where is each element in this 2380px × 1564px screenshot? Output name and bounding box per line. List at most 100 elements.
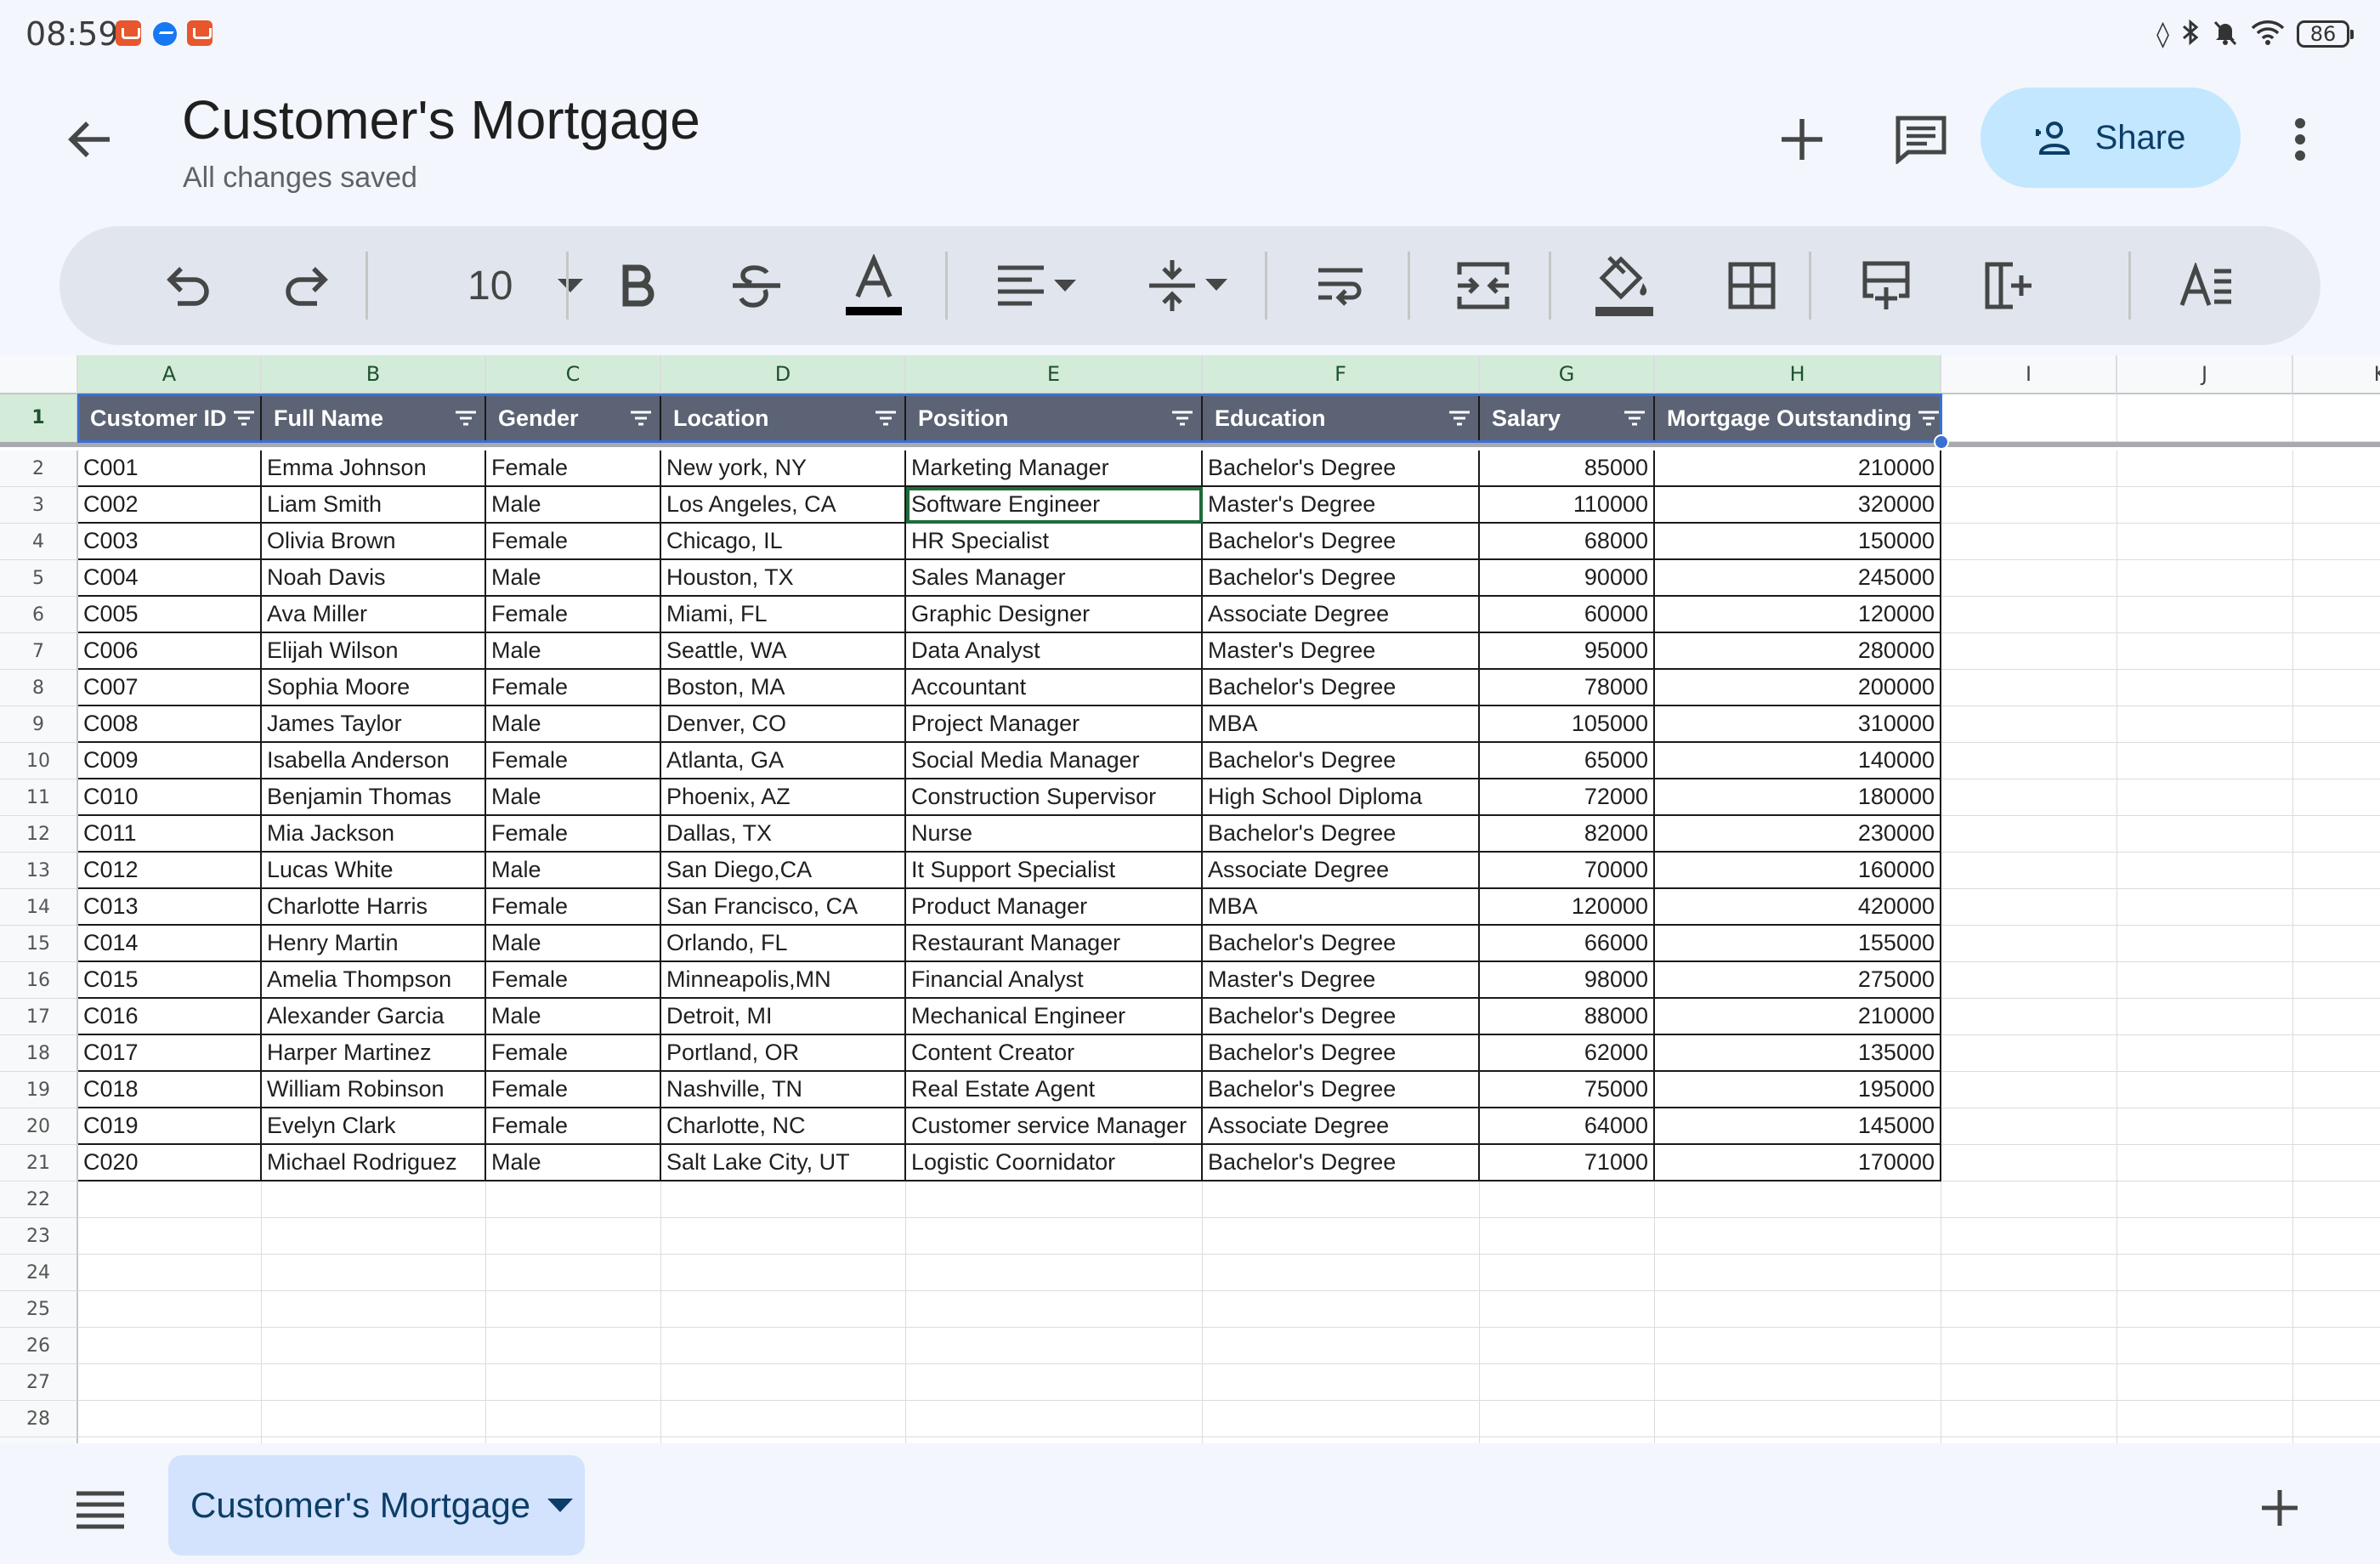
empty-cell[interactable] <box>1480 1328 1655 1364</box>
data-cell[interactable]: Marketing Manager <box>906 450 1203 487</box>
data-cell[interactable]: Salt Lake City, UT <box>661 1145 906 1182</box>
data-cell[interactable]: Associate Degree <box>1203 1108 1480 1145</box>
empty-cell[interactable] <box>2293 926 2380 962</box>
data-cell[interactable]: 75000 <box>1480 1072 1655 1108</box>
strikethrough-button[interactable] <box>714 243 799 328</box>
data-cell[interactable]: C019 <box>78 1108 262 1145</box>
row-header-19[interactable]: 19 <box>0 1072 78 1108</box>
data-cell[interactable]: Sales Manager <box>906 560 1203 597</box>
empty-cell[interactable] <box>1941 779 2117 816</box>
data-cell[interactable]: Male <box>486 1145 661 1182</box>
empty-cell[interactable] <box>2117 1291 2293 1328</box>
column-header-c[interactable]: C <box>486 355 661 394</box>
data-cell[interactable]: James Taylor <box>262 706 486 743</box>
empty-cell[interactable] <box>486 1437 661 1443</box>
data-cell[interactable]: 180000 <box>1655 779 1941 816</box>
empty-cell[interactable] <box>2293 1145 2380 1182</box>
add-sheet-button[interactable] <box>2244 1472 2315 1544</box>
data-cell[interactable]: 280000 <box>1655 633 1941 670</box>
text-wrap-button[interactable] <box>1294 243 1387 328</box>
data-cell[interactable]: Male <box>486 560 661 597</box>
data-cell[interactable]: Lucas White <box>262 853 486 889</box>
data-cell[interactable]: 155000 <box>1655 926 1941 962</box>
empty-cell[interactable] <box>486 1255 661 1291</box>
empty-cell[interactable] <box>486 1364 661 1401</box>
data-cell[interactable]: 71000 <box>1480 1145 1655 1182</box>
empty-cell[interactable] <box>78 1218 262 1255</box>
data-cell[interactable]: 65000 <box>1480 743 1655 779</box>
column-header-h[interactable]: H <box>1655 355 1941 394</box>
empty-cell[interactable] <box>1203 1437 1480 1443</box>
empty-cell[interactable] <box>2293 633 2380 670</box>
empty-cell[interactable] <box>2293 743 2380 779</box>
empty-cell[interactable] <box>2293 1328 2380 1364</box>
data-cell[interactable]: C004 <box>78 560 262 597</box>
empty-cell[interactable] <box>2293 487 2380 524</box>
empty-cell[interactable] <box>1203 1401 1480 1437</box>
data-cell[interactable]: Liam Smith <box>262 487 486 524</box>
data-cell[interactable]: C012 <box>78 853 262 889</box>
empty-cell[interactable] <box>2117 889 2293 926</box>
data-cell[interactable]: 140000 <box>1655 743 1941 779</box>
empty-cell[interactable] <box>2117 1072 2293 1108</box>
row-header-16[interactable]: 16 <box>0 962 78 999</box>
empty-cell[interactable] <box>2293 597 2380 633</box>
empty-cell[interactable] <box>2117 853 2293 889</box>
data-cell[interactable]: 120000 <box>1480 889 1655 926</box>
empty-cell[interactable] <box>1941 853 2117 889</box>
empty-cell[interactable] <box>262 1401 486 1437</box>
empty-cell[interactable] <box>78 1364 262 1401</box>
empty-cell[interactable] <box>1203 1255 1480 1291</box>
data-cell[interactable]: Nurse <box>906 816 1203 853</box>
undo-button[interactable] <box>146 243 231 328</box>
empty-cell[interactable] <box>2117 633 2293 670</box>
empty-cell[interactable] <box>2117 670 2293 706</box>
data-cell[interactable]: Emma Johnson <box>262 450 486 487</box>
empty-cell[interactable] <box>1941 1291 2117 1328</box>
row-header-12[interactable]: 12 <box>0 816 78 853</box>
empty-cell[interactable] <box>1941 450 2117 487</box>
document-title[interactable]: Customer's Mortgage <box>182 88 700 151</box>
empty-cell[interactable] <box>1480 1255 1655 1291</box>
header-cell[interactable]: Salary <box>1480 394 1655 442</box>
empty-cell[interactable] <box>906 1218 1203 1255</box>
data-cell[interactable]: Construction Supervisor <box>906 779 1203 816</box>
empty-cell[interactable] <box>661 1291 906 1328</box>
data-cell[interactable]: Female <box>486 450 661 487</box>
data-cell[interactable]: New york, NY <box>661 450 906 487</box>
data-cell[interactable]: C020 <box>78 1145 262 1182</box>
data-cell[interactable]: 160000 <box>1655 853 1941 889</box>
empty-cell[interactable] <box>1655 1218 1941 1255</box>
data-cell[interactable]: Dallas, TX <box>661 816 906 853</box>
data-cell[interactable]: 110000 <box>1480 487 1655 524</box>
empty-cell[interactable] <box>1480 1291 1655 1328</box>
data-cell[interactable]: Female <box>486 962 661 999</box>
data-cell[interactable]: 105000 <box>1480 706 1655 743</box>
data-cell[interactable]: Bachelor's Degree <box>1203 743 1480 779</box>
column-header-i[interactable]: I <box>1941 355 2117 394</box>
data-cell[interactable]: It Support Specialist <box>906 853 1203 889</box>
empty-cell[interactable] <box>1941 1072 2117 1108</box>
empty-cell[interactable] <box>906 1328 1203 1364</box>
data-cell[interactable]: Detroit, MI <box>661 999 906 1035</box>
empty-cell[interactable] <box>262 1328 486 1364</box>
data-cell[interactable]: Ava Miller <box>262 597 486 633</box>
data-cell[interactable]: William Robinson <box>262 1072 486 1108</box>
empty-cell[interactable] <box>2117 779 2293 816</box>
data-cell[interactable]: 195000 <box>1655 1072 1941 1108</box>
empty-cell[interactable] <box>906 1182 1203 1218</box>
header-cell[interactable]: Education <box>1203 394 1480 442</box>
empty-cell[interactable] <box>1655 1182 1941 1218</box>
data-cell[interactable]: Isabella Anderson <box>262 743 486 779</box>
data-cell[interactable]: Customer service Manager <box>906 1108 1203 1145</box>
empty-cell[interactable] <box>78 1182 262 1218</box>
empty-cell[interactable] <box>2293 1401 2380 1437</box>
data-cell[interactable]: Financial Analyst <box>906 962 1203 999</box>
row-header-2[interactable]: 2 <box>0 450 78 487</box>
empty-cell[interactable] <box>1941 1218 2117 1255</box>
frozen-row-divider[interactable] <box>0 442 2380 447</box>
empty-cell[interactable] <box>2293 1108 2380 1145</box>
empty-cell[interactable] <box>2117 816 2293 853</box>
data-cell[interactable]: Male <box>486 633 661 670</box>
row-header-17[interactable]: 17 <box>0 999 78 1035</box>
